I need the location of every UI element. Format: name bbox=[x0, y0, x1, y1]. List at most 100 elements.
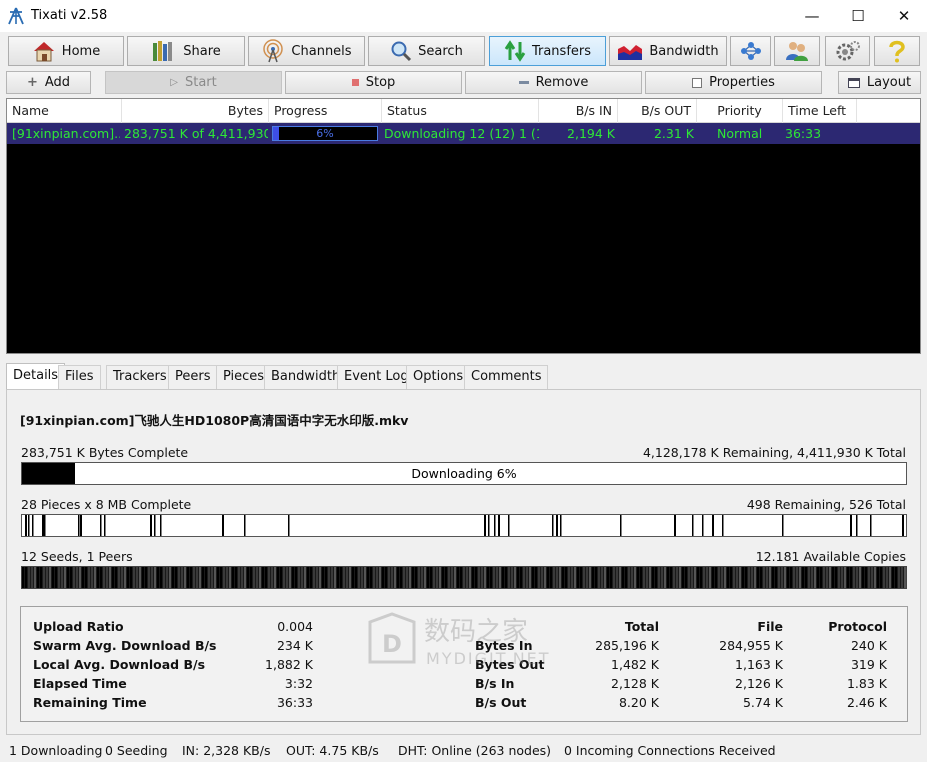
tab-details[interactable]: Details bbox=[6, 363, 66, 390]
stat-bytes-out-file: 1,163 K bbox=[735, 657, 783, 672]
availability-mark bbox=[886, 567, 888, 588]
add-button[interactable]: + Add bbox=[6, 71, 91, 94]
availability-mark bbox=[331, 567, 333, 588]
availability-mark bbox=[559, 567, 561, 588]
column-header-priority[interactable]: Priority bbox=[697, 99, 783, 123]
download-progress-bar: Downloading 6% bbox=[21, 462, 907, 485]
availability-mark bbox=[790, 567, 792, 588]
layout-button[interactable]: Layout bbox=[838, 71, 921, 94]
piece-mark bbox=[78, 515, 80, 536]
column-header-bps-out[interactable]: B/s OUT bbox=[618, 99, 697, 123]
availability-mark bbox=[565, 567, 567, 588]
tab-bandwidth[interactable]: Bandwidth bbox=[264, 365, 348, 389]
plus-icon: + bbox=[26, 75, 38, 90]
start-button[interactable]: ▷ Start bbox=[105, 71, 282, 94]
maximize-button[interactable]: ☐ bbox=[835, 0, 881, 31]
availability-mark bbox=[832, 567, 834, 588]
availability-mark bbox=[571, 567, 573, 588]
nav-search-button[interactable]: Search bbox=[368, 36, 485, 66]
stop-button[interactable]: Stop bbox=[285, 71, 462, 94]
availability-mark bbox=[85, 567, 87, 588]
availability-mark bbox=[337, 567, 339, 588]
availability-mark bbox=[598, 567, 600, 588]
nav-share-button[interactable]: Share bbox=[127, 36, 245, 66]
transfer-progress-label: 6% bbox=[316, 127, 334, 140]
properties-button[interactable]: Properties bbox=[645, 71, 822, 94]
download-progress-label: Downloading 6% bbox=[411, 466, 517, 481]
availability-mark bbox=[373, 567, 375, 588]
watermark: D 数码之家 MYDIGIT.NET bbox=[366, 612, 566, 670]
remove-button[interactable]: Remove bbox=[465, 71, 642, 94]
nav-transfers-button[interactable]: Transfers bbox=[489, 36, 606, 66]
availability-mark bbox=[883, 567, 885, 588]
availability-mark bbox=[826, 567, 828, 588]
availability-mark bbox=[433, 567, 435, 588]
tab-pieces[interactable]: Pieces bbox=[216, 365, 272, 389]
availability-mark bbox=[115, 567, 117, 588]
column-header-progress[interactable]: Progress bbox=[269, 99, 382, 123]
availability-mark bbox=[643, 567, 645, 588]
availability-mark bbox=[538, 567, 540, 588]
column-header-bps-in[interactable]: B/s IN bbox=[539, 99, 618, 123]
nav-network-button[interactable] bbox=[730, 36, 771, 66]
availability-mark bbox=[703, 567, 705, 588]
column-header-time-left[interactable]: Time Left bbox=[783, 99, 857, 123]
tab-event-log[interactable]: Event Log bbox=[337, 365, 416, 389]
availability-mark bbox=[676, 567, 678, 588]
tab-options[interactable]: Options bbox=[406, 365, 471, 389]
availability-mark bbox=[109, 567, 111, 588]
transfer-list[interactable]: Name Bytes Progress Status B/s IN B/s OU… bbox=[6, 98, 921, 354]
broadcast-tower-icon bbox=[263, 39, 284, 63]
availability-mark bbox=[769, 567, 771, 588]
availability-mark bbox=[841, 567, 843, 588]
column-header-name[interactable]: Name bbox=[7, 99, 122, 123]
close-button[interactable]: ✕ bbox=[881, 0, 927, 31]
availability-mark bbox=[61, 567, 63, 588]
tab-files[interactable]: Files bbox=[58, 365, 101, 389]
transfer-bps-in: 2,194 K bbox=[567, 126, 615, 141]
availability-mark bbox=[568, 567, 570, 588]
transfer-time-left: 36:33 bbox=[785, 126, 822, 141]
tab-trackers[interactable]: Trackers bbox=[106, 365, 174, 389]
transfer-status: Downloading 12 (12) 1 (1) bbox=[384, 126, 539, 141]
nav-help-button[interactable] bbox=[874, 36, 920, 66]
availability-mark bbox=[226, 567, 228, 588]
availability-mark bbox=[436, 567, 438, 588]
availability-mark bbox=[382, 567, 384, 588]
nav-users-button[interactable] bbox=[774, 36, 820, 66]
piece-mark bbox=[722, 515, 724, 536]
availability-mark bbox=[898, 567, 900, 588]
availability-mark bbox=[652, 567, 654, 588]
availability-mark bbox=[28, 567, 30, 588]
availability-mark bbox=[685, 567, 687, 588]
piece-mark bbox=[498, 515, 500, 536]
availability-mark bbox=[829, 567, 831, 588]
tab-peers[interactable]: Peers bbox=[168, 365, 218, 389]
availability-mark bbox=[517, 567, 519, 588]
file-name: [91xinpian.com]飞驰人生HD1080P高清国语中字无水印版.mkv bbox=[20, 413, 409, 428]
nav-bandwidth-button[interactable]: Bandwidth bbox=[609, 36, 727, 66]
status-dht: DHT: Online (263 nodes) bbox=[398, 743, 552, 758]
transfer-row[interactable]: [91xinpian.com]... 283,751 K of 4,411,93… bbox=[7, 123, 920, 144]
column-header-status[interactable]: Status bbox=[382, 99, 539, 123]
availability-mark bbox=[838, 567, 840, 588]
availability-mark bbox=[289, 567, 291, 588]
availability-mark bbox=[859, 567, 861, 588]
nav-channels-button[interactable]: Channels bbox=[248, 36, 365, 66]
availability-mark bbox=[187, 567, 189, 588]
piece-mark bbox=[80, 515, 82, 536]
availability-mark bbox=[217, 567, 219, 588]
piece-mark bbox=[488, 515, 490, 536]
tab-comments[interactable]: Comments bbox=[464, 365, 549, 389]
availability-mark bbox=[529, 567, 531, 588]
availability-mark bbox=[736, 567, 738, 588]
nav-home-button[interactable]: Home bbox=[8, 36, 124, 66]
books-icon bbox=[153, 41, 173, 61]
minimize-button[interactable]: — bbox=[789, 0, 835, 31]
availability-mark bbox=[673, 567, 675, 588]
column-header-bytes[interactable]: Bytes bbox=[122, 99, 269, 123]
piece-mark bbox=[484, 515, 486, 536]
piece-mark bbox=[32, 515, 34, 536]
nav-settings-button[interactable] bbox=[825, 36, 870, 66]
availability-mark bbox=[724, 567, 726, 588]
